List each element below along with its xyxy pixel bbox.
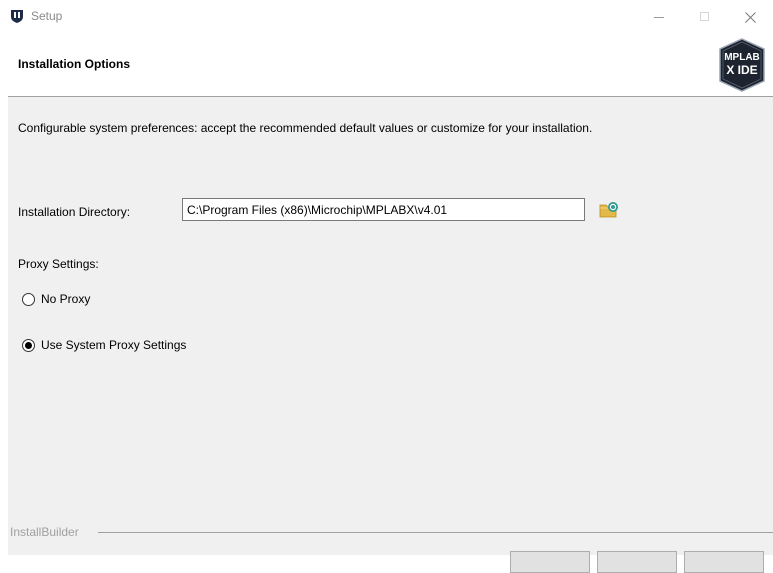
back-button[interactable] xyxy=(510,551,590,573)
next-button[interactable] xyxy=(597,551,677,573)
install-dir-label: Installation Directory: xyxy=(18,205,131,219)
window-title: Setup xyxy=(31,9,63,23)
cancel-button[interactable] xyxy=(684,551,764,573)
footer-divider xyxy=(98,532,773,533)
folder-browse-icon[interactable] xyxy=(598,200,620,220)
radio-label: No Proxy xyxy=(41,292,91,306)
radio-system-proxy[interactable]: Use System Proxy Settings xyxy=(22,338,186,352)
description-text: Configurable system preferences: accept … xyxy=(18,121,593,135)
radio-no-proxy[interactable]: No Proxy xyxy=(22,292,90,306)
page-header: Installation Options MPLAB X IDE xyxy=(0,34,773,97)
radio-button[interactable] xyxy=(22,292,35,306)
install-dir-input[interactable] xyxy=(182,198,585,221)
options-panel: Configurable system preferences: accept … xyxy=(8,97,773,573)
mplab-logo: MPLAB X IDE xyxy=(719,38,765,92)
minimize-icon[interactable] xyxy=(636,0,682,34)
title-bar: Setup xyxy=(0,0,773,34)
proxy-settings-label: Proxy Settings: xyxy=(18,257,99,271)
radio-label: Use System Proxy Settings xyxy=(41,338,187,352)
maximize-icon[interactable] xyxy=(682,0,728,34)
close-icon[interactable] xyxy=(727,0,773,34)
shield-icon xyxy=(11,10,23,23)
installbuilder-label: InstallBuilder xyxy=(10,525,79,539)
page-title: Installation Options xyxy=(18,57,131,71)
svg-text:X IDE: X IDE xyxy=(726,63,757,77)
radio-button-selected[interactable] xyxy=(22,338,35,352)
svg-text:MPLAB: MPLAB xyxy=(724,52,760,63)
